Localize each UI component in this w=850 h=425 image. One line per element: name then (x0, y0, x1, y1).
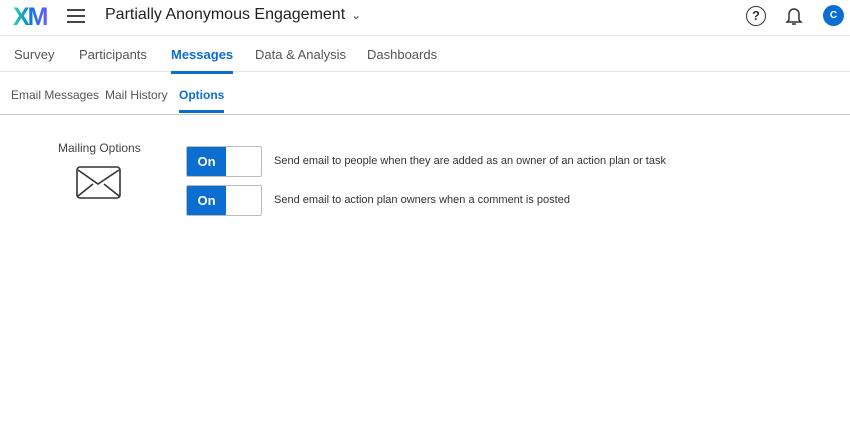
main-tabs: Survey Participants Messages Data & Anal… (0, 36, 850, 74)
top-bar: XM Partially Anonymous Engagement ⌄ ? C (0, 0, 850, 36)
subtab-email-messages[interactable]: Email Messages (11, 88, 99, 102)
bell-icon[interactable] (785, 6, 803, 31)
project-title-dropdown[interactable]: Partially Anonymous Engagement ⌄ (105, 6, 361, 24)
avatar[interactable]: C (823, 5, 844, 26)
tab-messages[interactable]: Messages (171, 47, 234, 74)
comment-posted-email-toggle[interactable]: On (186, 185, 262, 216)
chevron-down-icon: ⌄ (351, 8, 362, 22)
owner-added-email-toggle[interactable]: On (186, 146, 262, 177)
project-title: Partially Anonymous Engagement (105, 6, 346, 23)
tab-survey[interactable]: Survey (14, 47, 54, 62)
envelope-icon (76, 166, 121, 204)
subtab-mail-history[interactable]: Mail History (105, 88, 168, 102)
mailing-options-label: Mailing Options (58, 141, 141, 155)
subtab-options[interactable]: Options (179, 88, 225, 113)
sub-tabs: Email Messages Mail History Options (0, 72, 850, 115)
tab-dashboards[interactable]: Dashboards (367, 47, 437, 62)
help-icon[interactable]: ? (746, 6, 766, 26)
owner-added-email-description: Send email to people when they are added… (274, 155, 666, 167)
hamburger-menu-icon[interactable] (67, 9, 85, 23)
tab-participants[interactable]: Participants (79, 47, 147, 62)
comment-posted-email-description: Send email to action plan owners when a … (274, 194, 570, 206)
toggle-state: On (187, 186, 226, 215)
xm-logo[interactable]: XM (13, 3, 48, 32)
tab-data-analysis[interactable]: Data & Analysis (255, 47, 346, 62)
toggle-state: On (187, 147, 226, 176)
